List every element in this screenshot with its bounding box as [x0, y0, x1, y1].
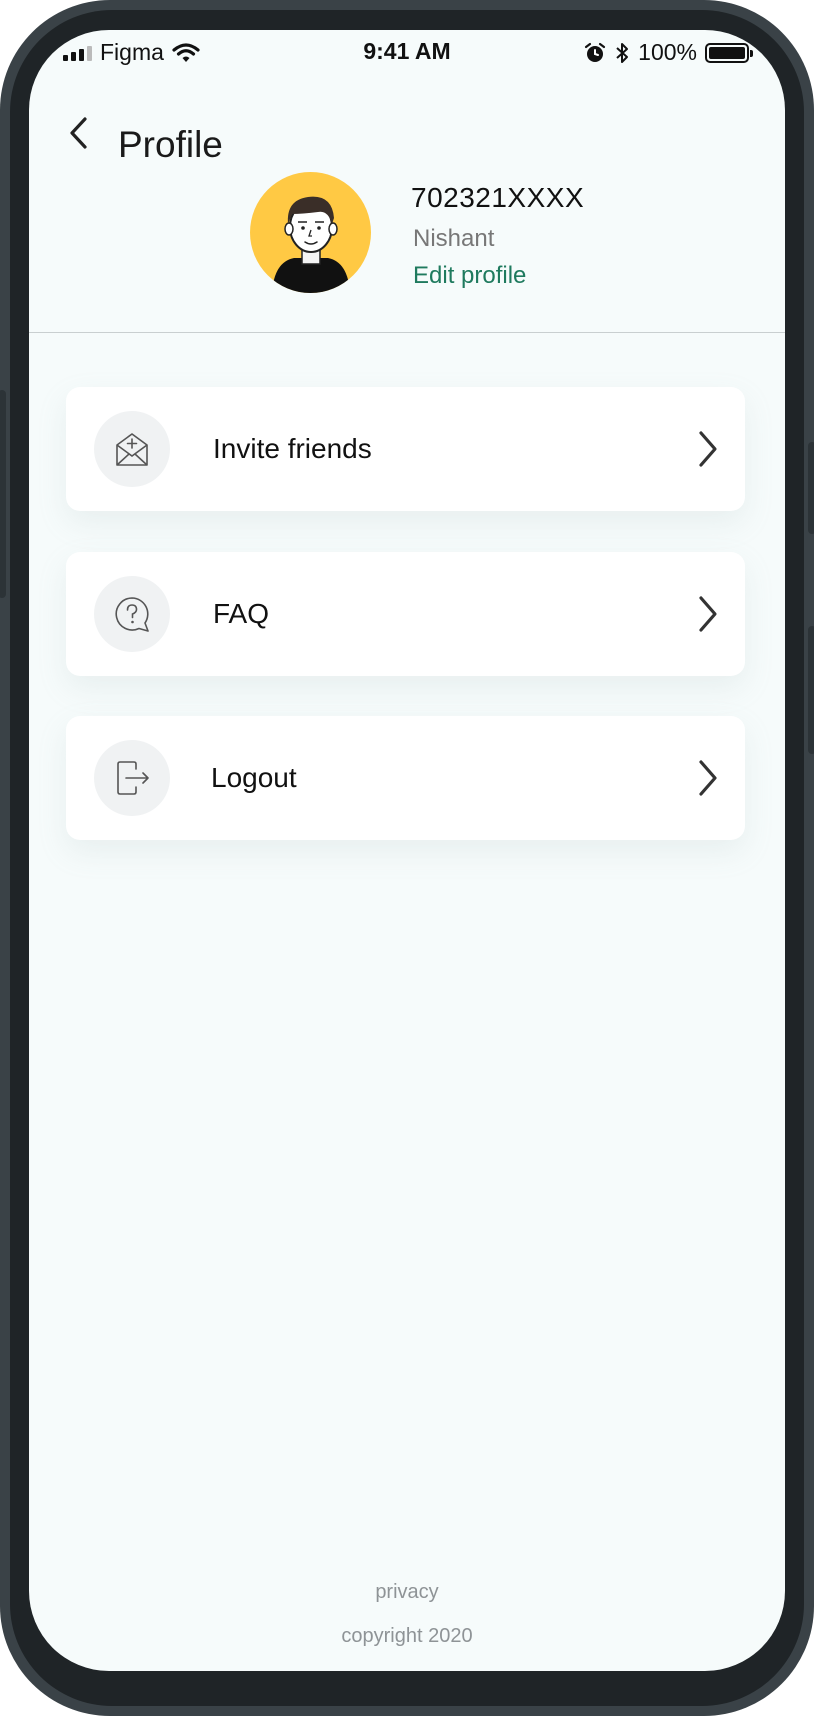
- profile-phone-number: 702321XXXX: [411, 182, 585, 213]
- menu-icon-circle: [94, 740, 170, 816]
- battery-icon: [705, 42, 753, 63]
- question-bubble-icon: [115, 597, 149, 632]
- alarm-icon: [585, 42, 606, 62]
- menu-item-logout[interactable]: Logout: [66, 716, 745, 840]
- chevron-right-icon: [699, 760, 717, 796]
- side-button-left: [0, 390, 6, 598]
- chevron-right-icon: [699, 596, 717, 632]
- menu-item-label: Invite friends: [213, 433, 372, 464]
- battery-percentage: 100%: [638, 39, 697, 65]
- screen: Figma 9:41 AM 100% Profile 702321XXXX Ni…: [29, 30, 785, 1671]
- menu-item-invite-friends[interactable]: Invite friends: [66, 387, 745, 511]
- side-button-right-lower: [808, 626, 814, 754]
- user-avatar-icon: [272, 196, 350, 293]
- side-button-right-upper: [808, 442, 814, 534]
- menu-item-faq[interactable]: FAQ: [66, 552, 745, 676]
- logout-icon: [117, 761, 149, 795]
- chevron-right-icon: [699, 431, 717, 467]
- copyright-text: copyright 2020: [341, 1625, 473, 1647]
- edit-profile-link[interactable]: Edit profile: [413, 262, 526, 290]
- avatar: [250, 172, 371, 293]
- menu-icon-circle: [94, 576, 170, 652]
- status-right: 100%: [584, 39, 753, 66]
- profile-name: Nishant: [413, 225, 495, 252]
- privacy-link[interactable]: privacy: [29, 1581, 785, 1604]
- menu-icon-circle: [94, 411, 170, 487]
- back-button[interactable]: [59, 108, 99, 158]
- chevron-left-icon: [70, 117, 87, 149]
- header-divider: [29, 332, 785, 333]
- phone-frame: Figma 9:41 AM 100% Profile 702321XXXX Ni…: [0, 0, 814, 1716]
- envelope-plus-icon: [116, 433, 148, 466]
- menu-item-label: Logout: [211, 762, 297, 793]
- page-title: Profile: [118, 124, 223, 165]
- bluetooth-icon: [616, 42, 629, 63]
- status-bar: Figma 9:41 AM 100%: [29, 30, 785, 80]
- menu-item-label: FAQ: [213, 598, 270, 629]
